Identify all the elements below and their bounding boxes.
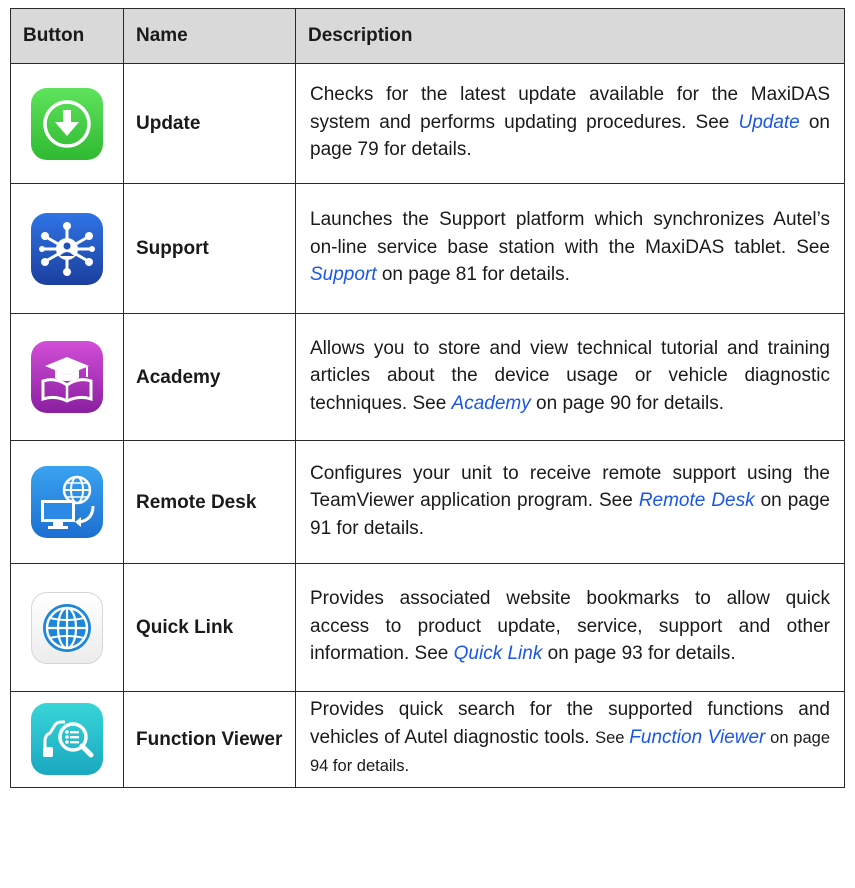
quick-link-link[interactable]: Quick Link [454, 643, 543, 664]
table-row: Quick Link Provides associated website b… [10, 563, 845, 692]
support-link[interactable]: Support [310, 264, 377, 285]
function-viewer-icon[interactable] [31, 703, 103, 776]
row-description: Provides associated website bookmarks to… [295, 563, 845, 692]
row-description: Launches the Support platform which sync… [295, 183, 845, 314]
table-row: Support Launches the Support platform wh… [10, 183, 845, 314]
row-description: Configures your unit to receive remote s… [295, 440, 845, 564]
table-row: Academy Allows you to store and view tec… [10, 313, 845, 441]
row-name: Support [123, 183, 296, 314]
button-cell [10, 691, 124, 788]
header-description: Description [295, 8, 845, 64]
description-text: on page 90 for details. [530, 392, 725, 414]
row-name: Quick Link [123, 563, 296, 692]
remote-desk-link[interactable]: Remote Desk [639, 490, 755, 511]
description-text-small: See [595, 728, 630, 747]
update-icon[interactable] [31, 87, 103, 160]
row-name: Academy [123, 313, 296, 441]
button-cell [10, 313, 124, 441]
button-cell [10, 440, 124, 564]
header-button: Button [10, 8, 124, 64]
row-name: Function Viewer [123, 691, 296, 788]
function-viewer-link[interactable]: Function Viewer [629, 727, 765, 748]
support-icon[interactable] [31, 212, 103, 285]
header-name: Name [123, 8, 296, 64]
button-cell [10, 183, 124, 314]
description-text: on page 93 for details. [542, 643, 736, 665]
row-description: Provides quick search for the supported … [295, 691, 845, 788]
description-text: Launches the Support platform which sync… [310, 209, 830, 258]
button-cell [10, 563, 124, 692]
description-text: on page 81 for details. [376, 264, 570, 286]
table-row: Remote Desk Configures your unit to rece… [10, 440, 845, 564]
academy-link[interactable]: Academy [452, 393, 531, 414]
row-description: Checks for the latest update available f… [295, 63, 845, 184]
table-row: Function Viewer Provides quick search fo… [10, 691, 845, 788]
academy-icon[interactable] [31, 341, 103, 413]
update-link[interactable]: Update [738, 112, 799, 133]
row-name: Update [123, 63, 296, 184]
table-header-row: Button Name Description [10, 8, 845, 64]
table-row: Update Checks for the latest update avai… [10, 63, 845, 184]
remote-desk-icon[interactable] [31, 466, 103, 538]
quick-link-icon[interactable] [31, 591, 103, 664]
row-name: Remote Desk [123, 440, 296, 564]
button-cell [10, 63, 124, 184]
row-description: Allows you to store and view technical t… [295, 313, 845, 441]
button-description-table: Button Name Description Update Checks fo… [10, 8, 845, 788]
